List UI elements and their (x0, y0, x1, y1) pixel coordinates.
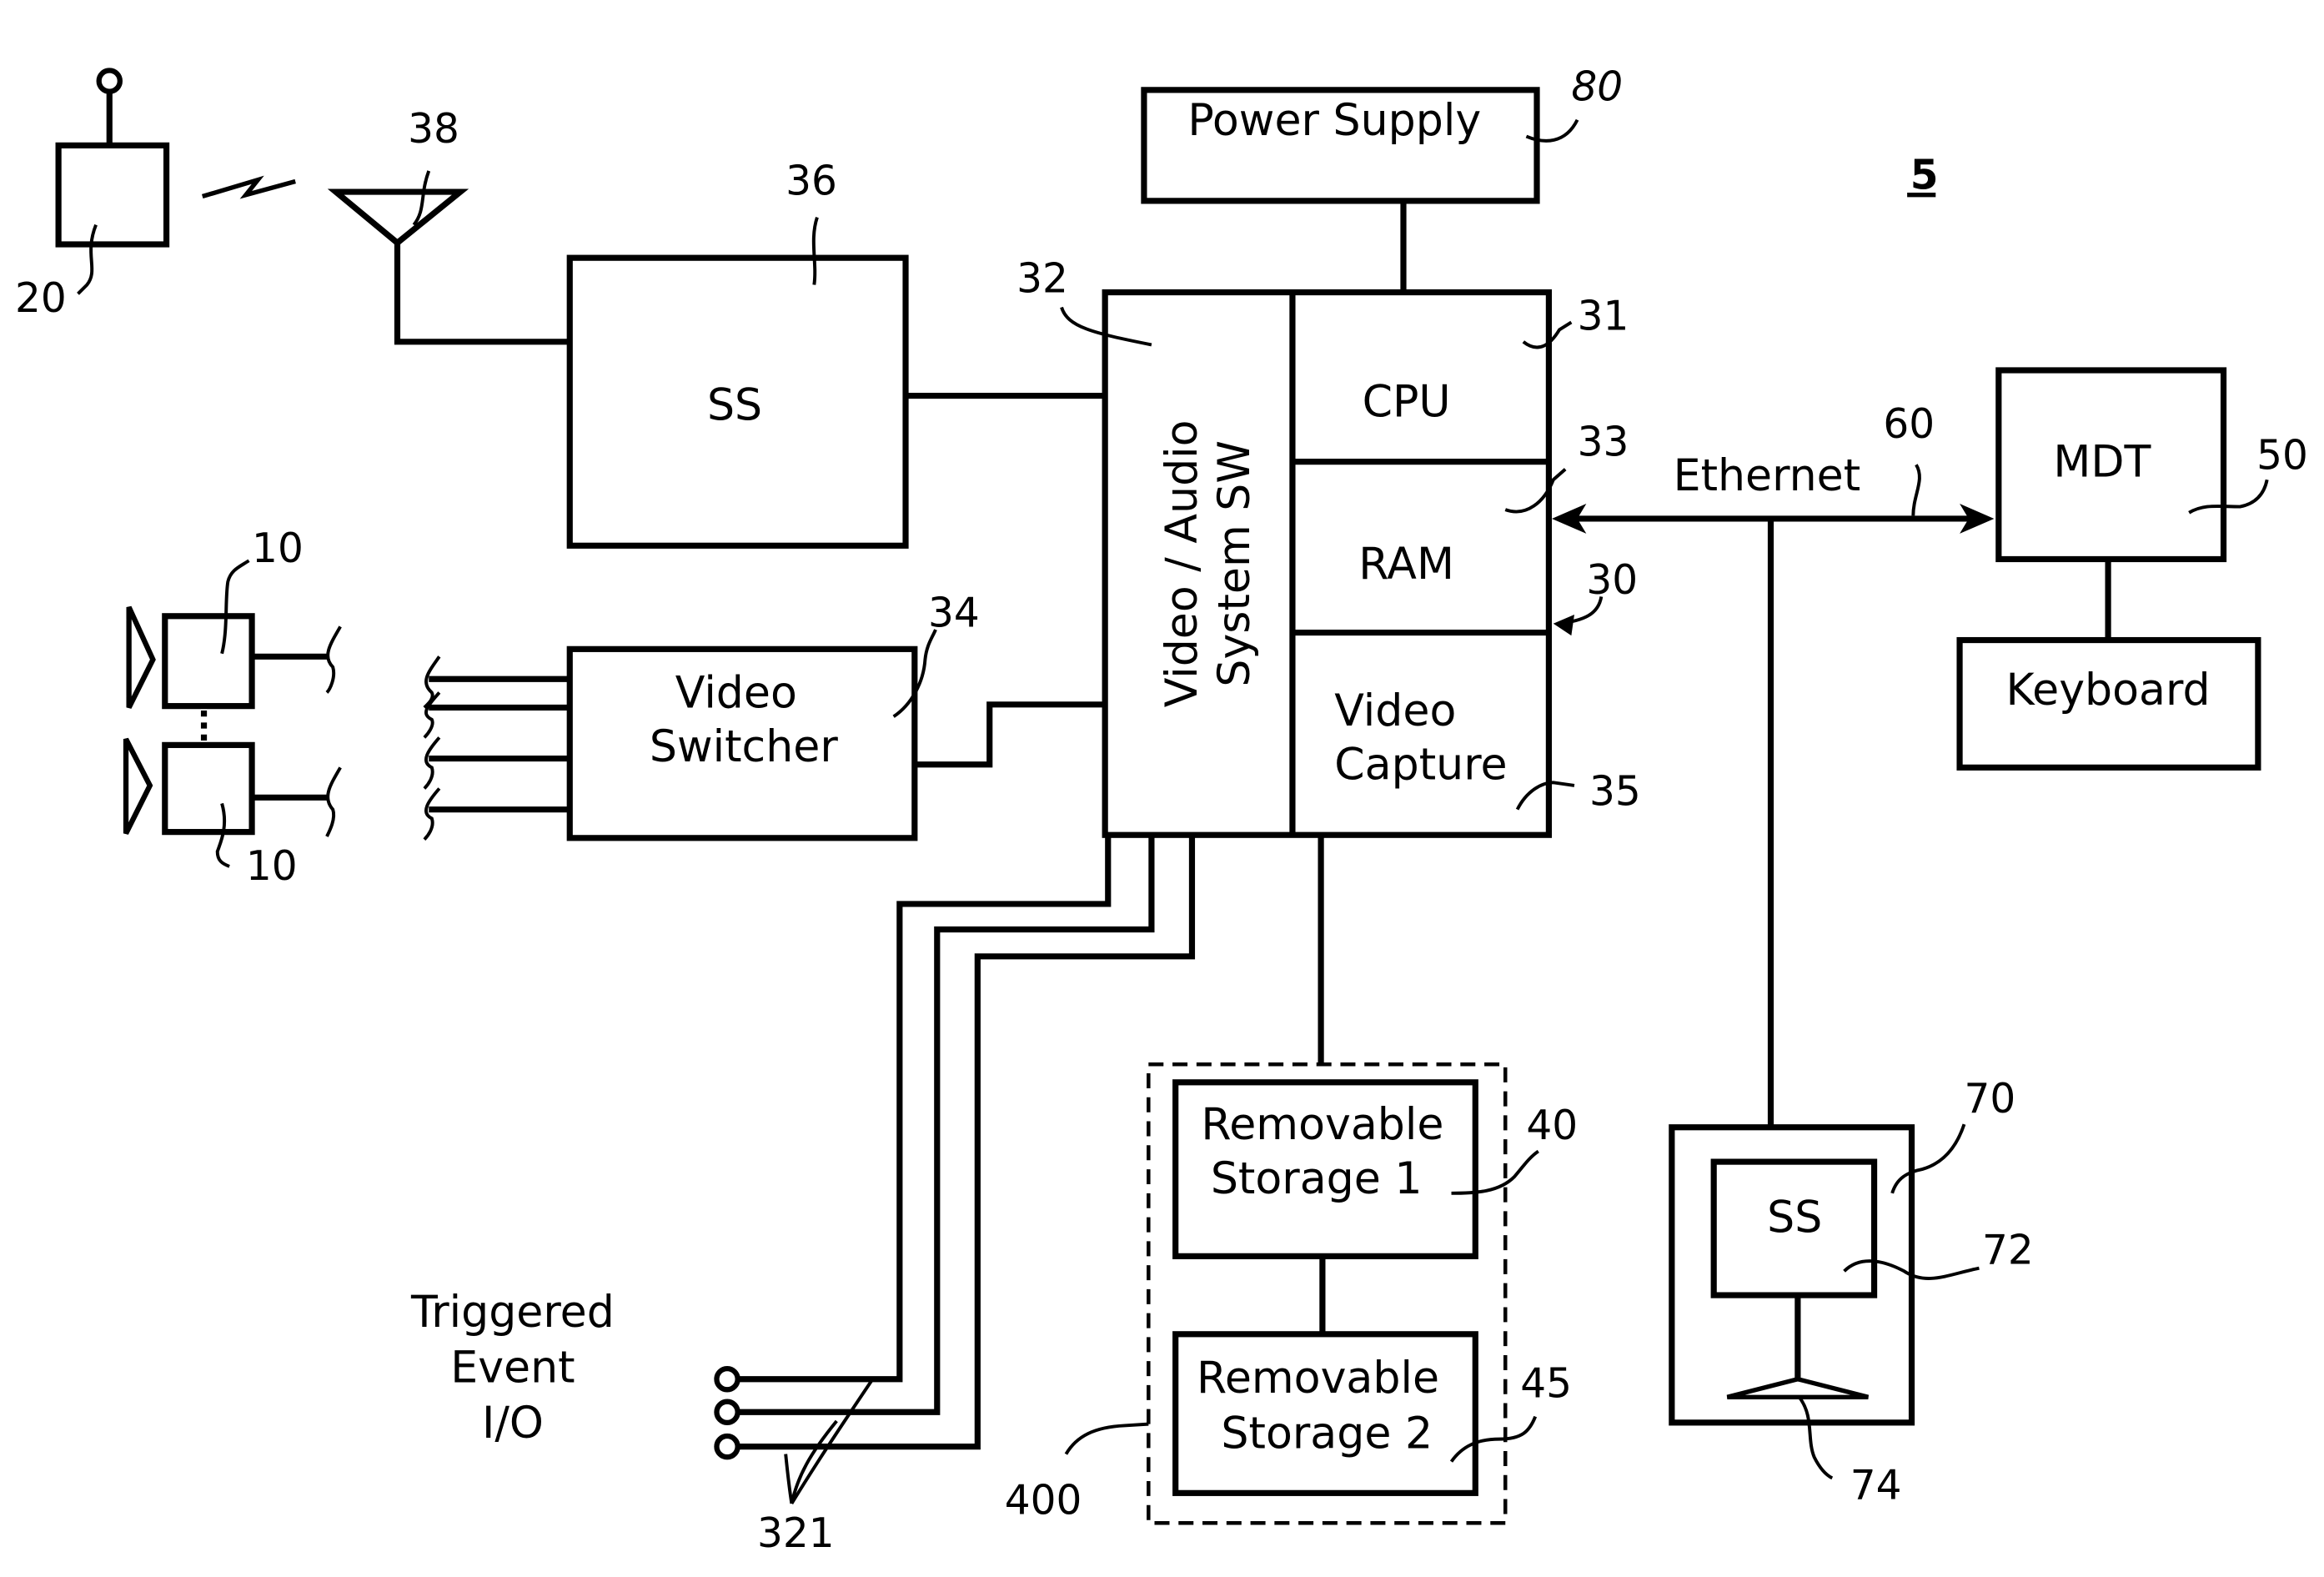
mdt-ref: 50 (2256, 433, 2308, 480)
camera-top-box (162, 613, 255, 710)
io-leader (784, 1378, 875, 1504)
antenna-to-ss-line (394, 243, 570, 345)
triggered-event-io: Triggered Event I/O 321 (410, 835, 1196, 1557)
triggered-event-label-line3: I/O (482, 1399, 544, 1449)
storage-group-ref: 400 (1005, 1478, 1082, 1524)
camera-bottom-cable-break-icon (325, 766, 342, 837)
remote-ss-ref: 72 (1982, 1227, 2034, 1273)
removable-storage-1-label-line2: Storage 1 (1211, 1154, 1423, 1204)
ethernet-ref: 60 (1883, 401, 1935, 448)
video-capture-label-line1: Video (1334, 686, 1456, 736)
computer-unit-ref: 30 (1586, 557, 1638, 604)
wireless-link-icon (201, 175, 296, 199)
removable-storage-2-label-line1: Removable (1197, 1354, 1439, 1404)
mdt-label: MDT (2053, 438, 2151, 488)
subscriber-station-label: SS (707, 380, 762, 430)
switcher-to-system-line (914, 701, 1106, 768)
camera-top-lens-icon (126, 605, 156, 709)
io-line-1 (737, 835, 1112, 1383)
switcher-input-3-break-icon (423, 736, 441, 790)
remote-device-box (55, 142, 170, 248)
io-terminal-2-icon (714, 1399, 740, 1426)
remote-device: 20 (15, 68, 170, 322)
subscriber-station-ref: 36 (786, 158, 837, 205)
remote-station-ref: 70 (1964, 1076, 2015, 1122)
triggered-event-label-line2: Event (450, 1343, 575, 1393)
remote-antenna-ref: 74 (1850, 1463, 1902, 1509)
keyboard-label: Keyboard (2006, 665, 2211, 716)
camera-bottom: 10 (123, 737, 342, 890)
video-switcher-label-line1: Video (675, 668, 797, 718)
storage-group: 400 Removable Storage 1 40 Removable Sto… (1005, 835, 1578, 1525)
power-supply-label: Power Supply (1187, 96, 1481, 146)
video-switcher-ref: 34 (928, 590, 980, 636)
switcher-input-4-break-icon (423, 787, 441, 841)
removable-storage-1-label-line1: Removable (1201, 1100, 1443, 1150)
mdt-block: MDT 50 (1995, 367, 2308, 640)
triggered-event-label-line1: Triggered (410, 1288, 615, 1338)
power-supply-block: Power Supply 80 (1141, 63, 1623, 293)
switcher-input-2-break-icon (423, 691, 441, 739)
block-diagram: 5 20 38 SS 36 Power Supply 80 Video / Au… (15, 63, 2308, 1557)
cpu-ref: 31 (1578, 293, 1629, 339)
ram-ref: 33 (1578, 419, 1629, 465)
ethernet-leader (1911, 464, 1921, 516)
io-terminal-3-icon (714, 1433, 740, 1460)
camera-bottom-ref: 10 (246, 843, 298, 890)
ram-label: RAM (1358, 540, 1454, 590)
camera-top: 10 (126, 525, 342, 710)
io-terminal-1-icon (714, 1365, 740, 1393)
figure-number: 5 (1907, 152, 1939, 198)
remote-station: 70 SS 72 74 (1669, 1076, 2034, 1509)
cpu-label: CPU (1363, 378, 1451, 428)
computer-unit-leader-arrow-icon (1553, 614, 1574, 636)
figure-number-text: 5 (1910, 152, 1939, 198)
keyboard-block: Keyboard (1956, 636, 2261, 771)
remote-device-ref: 20 (15, 275, 67, 322)
camera-top-ref: 10 (252, 525, 304, 572)
video-switcher-block: Video Switcher 34 (423, 590, 1106, 841)
io-line-2 (737, 835, 1155, 1415)
camera-top-cable-break-icon (325, 625, 342, 694)
removable-storage-2-ref: 45 (1520, 1360, 1572, 1407)
removable-storage-1-ref: 40 (1526, 1102, 1578, 1149)
video-capture-label-line2: Capture (1334, 741, 1507, 791)
ethernet-label: Ethernet (1674, 451, 1861, 501)
camera-bottom-lens-icon (123, 737, 153, 835)
power-supply-ref: 80 (1571, 63, 1623, 110)
av-system-sw-label-line2: System SW (1210, 440, 1260, 687)
antenna: 38 (327, 106, 570, 345)
remote-ss-label: SS (1767, 1193, 1822, 1243)
antenna-ref: 38 (408, 106, 459, 153)
antenna-icon (327, 188, 469, 247)
av-system-sw-ref: 32 (1016, 256, 1068, 303)
camera-bottom-box (162, 741, 255, 836)
av-system-sw-label-line1: Video / Audio (1157, 419, 1207, 707)
ethernet-link: Ethernet 60 (1551, 401, 1995, 1128)
subscriber-station-block: SS 36 (566, 158, 1106, 549)
remote-device-antenna-icon (96, 68, 123, 94)
video-capture-ref: 35 (1589, 768, 1641, 815)
storage-group-leader (1064, 1422, 1149, 1455)
io-ref: 321 (757, 1510, 835, 1557)
computer-unit: Video / Audio System SW 32 CPU 31 RAM 33… (1016, 256, 1641, 838)
removable-storage-2-label-line2: Storage 2 (1221, 1409, 1433, 1459)
video-switcher-label-line2: Switcher (650, 722, 838, 772)
